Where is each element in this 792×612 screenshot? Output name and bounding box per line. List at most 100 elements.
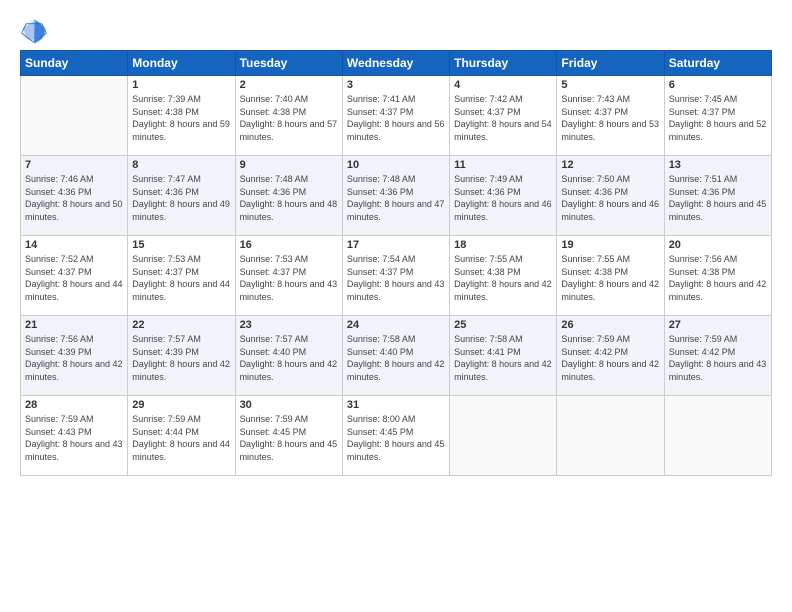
day-info: Sunrise: 7:42 AM Sunset: 4:37 PM Dayligh… (454, 93, 552, 143)
day-info: Sunrise: 7:58 AM Sunset: 4:40 PM Dayligh… (347, 333, 445, 383)
logo (20, 16, 52, 44)
calendar-table: SundayMondayTuesdayWednesdayThursdayFrid… (20, 50, 772, 476)
calendar-cell: 18 Sunrise: 7:55 AM Sunset: 4:38 PM Dayli… (450, 236, 557, 316)
day-number: 24 (347, 319, 445, 331)
day-number: 4 (454, 79, 552, 91)
day-info: Sunrise: 7:59 AM Sunset: 4:42 PM Dayligh… (561, 333, 659, 383)
day-info: Sunrise: 7:57 AM Sunset: 4:40 PM Dayligh… (240, 333, 338, 383)
calendar-cell: 26 Sunrise: 7:59 AM Sunset: 4:42 PM Dayli… (557, 316, 664, 396)
calendar-cell: 3 Sunrise: 7:41 AM Sunset: 4:37 PM Daylig… (342, 76, 449, 156)
day-number: 1 (132, 79, 230, 91)
day-number: 7 (25, 159, 123, 171)
calendar-cell: 14 Sunrise: 7:52 AM Sunset: 4:37 PM Dayli… (21, 236, 128, 316)
day-number: 12 (561, 159, 659, 171)
day-info: Sunrise: 7:48 AM Sunset: 4:36 PM Dayligh… (347, 173, 445, 223)
day-number: 21 (25, 319, 123, 331)
calendar-cell: 7 Sunrise: 7:46 AM Sunset: 4:36 PM Daylig… (21, 156, 128, 236)
day-number: 22 (132, 319, 230, 331)
day-info: Sunrise: 7:46 AM Sunset: 4:36 PM Dayligh… (25, 173, 123, 223)
day-number: 17 (347, 239, 445, 251)
calendar-cell: 11 Sunrise: 7:49 AM Sunset: 4:36 PM Dayli… (450, 156, 557, 236)
weekday-header-wednesday: Wednesday (342, 51, 449, 76)
weekday-header-row: SundayMondayTuesdayWednesdayThursdayFrid… (21, 51, 772, 76)
day-number: 18 (454, 239, 552, 251)
calendar-cell: 2Sunrise: 7:40 AM Sunset: 4:38 PM Daylig… (235, 76, 342, 156)
calendar-cell (557, 396, 664, 476)
weekday-header-saturday: Saturday (664, 51, 771, 76)
day-info: Sunrise: 7:59 AM Sunset: 4:45 PM Dayligh… (240, 413, 338, 463)
day-number: 25 (454, 319, 552, 331)
day-info: Sunrise: 7:39 AM Sunset: 4:38 PM Dayligh… (132, 93, 230, 143)
logo-icon (20, 16, 48, 44)
page: SundayMondayTuesdayWednesdayThursdayFrid… (0, 0, 792, 612)
calendar-cell: 19Sunrise: 7:55 AM Sunset: 4:38 PM Dayli… (557, 236, 664, 316)
calendar-cell: 15Sunrise: 7:53 AM Sunset: 4:37 PM Dayli… (128, 236, 235, 316)
calendar-cell: 10Sunrise: 7:48 AM Sunset: 4:36 PM Dayli… (342, 156, 449, 236)
calendar-cell: 4 Sunrise: 7:42 AM Sunset: 4:37 PM Daylig… (450, 76, 557, 156)
day-number: 31 (347, 399, 445, 411)
calendar-cell (664, 396, 771, 476)
day-info: Sunrise: 7:51 AM Sunset: 4:36 PM Dayligh… (669, 173, 767, 223)
day-info: Sunrise: 7:56 AM Sunset: 4:39 PM Dayligh… (25, 333, 123, 383)
day-number: 9 (240, 159, 338, 171)
calendar-week-row: 28Sunrise: 7:59 AM Sunset: 4:43 PM Dayli… (21, 396, 772, 476)
day-number: 30 (240, 399, 338, 411)
calendar-cell: 16 Sunrise: 7:53 AM Sunset: 4:37 PM Dayli… (235, 236, 342, 316)
day-number: 11 (454, 159, 552, 171)
day-number: 23 (240, 319, 338, 331)
day-info: Sunrise: 7:54 AM Sunset: 4:37 PM Dayligh… (347, 253, 445, 303)
day-info: Sunrise: 7:59 AM Sunset: 4:44 PM Dayligh… (132, 413, 230, 463)
day-info: Sunrise: 7:57 AM Sunset: 4:39 PM Dayligh… (132, 333, 230, 383)
day-number: 5 (561, 79, 659, 91)
day-info: Sunrise: 7:52 AM Sunset: 4:37 PM Dayligh… (25, 253, 123, 303)
calendar-cell: 24 Sunrise: 7:58 AM Sunset: 4:40 PM Dayli… (342, 316, 449, 396)
calendar-cell: 21 Sunrise: 7:56 AM Sunset: 4:39 PM Dayli… (21, 316, 128, 396)
day-info: Sunrise: 7:53 AM Sunset: 4:37 PM Dayligh… (132, 253, 230, 303)
day-number: 19 (561, 239, 659, 251)
day-number: 3 (347, 79, 445, 91)
day-number: 29 (132, 399, 230, 411)
calendar-cell (21, 76, 128, 156)
day-info: Sunrise: 7:53 AM Sunset: 4:37 PM Dayligh… (240, 253, 338, 303)
calendar-week-row: 21 Sunrise: 7:56 AM Sunset: 4:39 PM Dayli… (21, 316, 772, 396)
day-info: Sunrise: 7:56 AM Sunset: 4:38 PM Dayligh… (669, 253, 767, 303)
weekday-header-sunday: Sunday (21, 51, 128, 76)
day-number: 16 (240, 239, 338, 251)
day-info: Sunrise: 8:00 AM Sunset: 4:45 PM Dayligh… (347, 413, 445, 463)
day-number: 8 (132, 159, 230, 171)
calendar-cell: 25 Sunrise: 7:58 AM Sunset: 4:41 PM Dayli… (450, 316, 557, 396)
day-info: Sunrise: 7:40 AM Sunset: 4:38 PM Dayligh… (240, 93, 338, 143)
day-info: Sunrise: 7:49 AM Sunset: 4:36 PM Dayligh… (454, 173, 552, 223)
day-info: Sunrise: 7:43 AM Sunset: 4:37 PM Dayligh… (561, 93, 659, 143)
calendar-cell: 8Sunrise: 7:47 AM Sunset: 4:36 PM Daylig… (128, 156, 235, 236)
day-info: Sunrise: 7:58 AM Sunset: 4:41 PM Dayligh… (454, 333, 552, 383)
day-number: 6 (669, 79, 767, 91)
weekday-header-friday: Friday (557, 51, 664, 76)
weekday-header-tuesday: Tuesday (235, 51, 342, 76)
calendar-cell: 17 Sunrise: 7:54 AM Sunset: 4:37 PM Dayli… (342, 236, 449, 316)
calendar-week-row: 14 Sunrise: 7:52 AM Sunset: 4:37 PM Dayli… (21, 236, 772, 316)
day-info: Sunrise: 7:41 AM Sunset: 4:37 PM Dayligh… (347, 93, 445, 143)
calendar-week-row: 1 Sunrise: 7:39 AM Sunset: 4:38 PM Daylig… (21, 76, 772, 156)
weekday-header-thursday: Thursday (450, 51, 557, 76)
calendar-cell (450, 396, 557, 476)
day-number: 20 (669, 239, 767, 251)
day-info: Sunrise: 7:55 AM Sunset: 4:38 PM Dayligh… (454, 253, 552, 303)
calendar-cell: 5 Sunrise: 7:43 AM Sunset: 4:37 PM Daylig… (557, 76, 664, 156)
calendar-cell: 1 Sunrise: 7:39 AM Sunset: 4:38 PM Daylig… (128, 76, 235, 156)
header (20, 16, 772, 44)
calendar-cell: 23 Sunrise: 7:57 AM Sunset: 4:40 PM Dayli… (235, 316, 342, 396)
calendar-week-row: 7 Sunrise: 7:46 AM Sunset: 4:36 PM Daylig… (21, 156, 772, 236)
day-number: 28 (25, 399, 123, 411)
day-info: Sunrise: 7:50 AM Sunset: 4:36 PM Dayligh… (561, 173, 659, 223)
weekday-header-monday: Monday (128, 51, 235, 76)
calendar-cell: 13 Sunrise: 7:51 AM Sunset: 4:36 PM Dayli… (664, 156, 771, 236)
day-number: 26 (561, 319, 659, 331)
calendar-cell: 20 Sunrise: 7:56 AM Sunset: 4:38 PM Dayli… (664, 236, 771, 316)
calendar-cell: 27Sunrise: 7:59 AM Sunset: 4:42 PM Dayli… (664, 316, 771, 396)
day-number: 13 (669, 159, 767, 171)
calendar-cell: 30 Sunrise: 7:59 AM Sunset: 4:45 PM Dayli… (235, 396, 342, 476)
day-number: 14 (25, 239, 123, 251)
day-number: 27 (669, 319, 767, 331)
calendar-cell: 22 Sunrise: 7:57 AM Sunset: 4:39 PM Dayli… (128, 316, 235, 396)
